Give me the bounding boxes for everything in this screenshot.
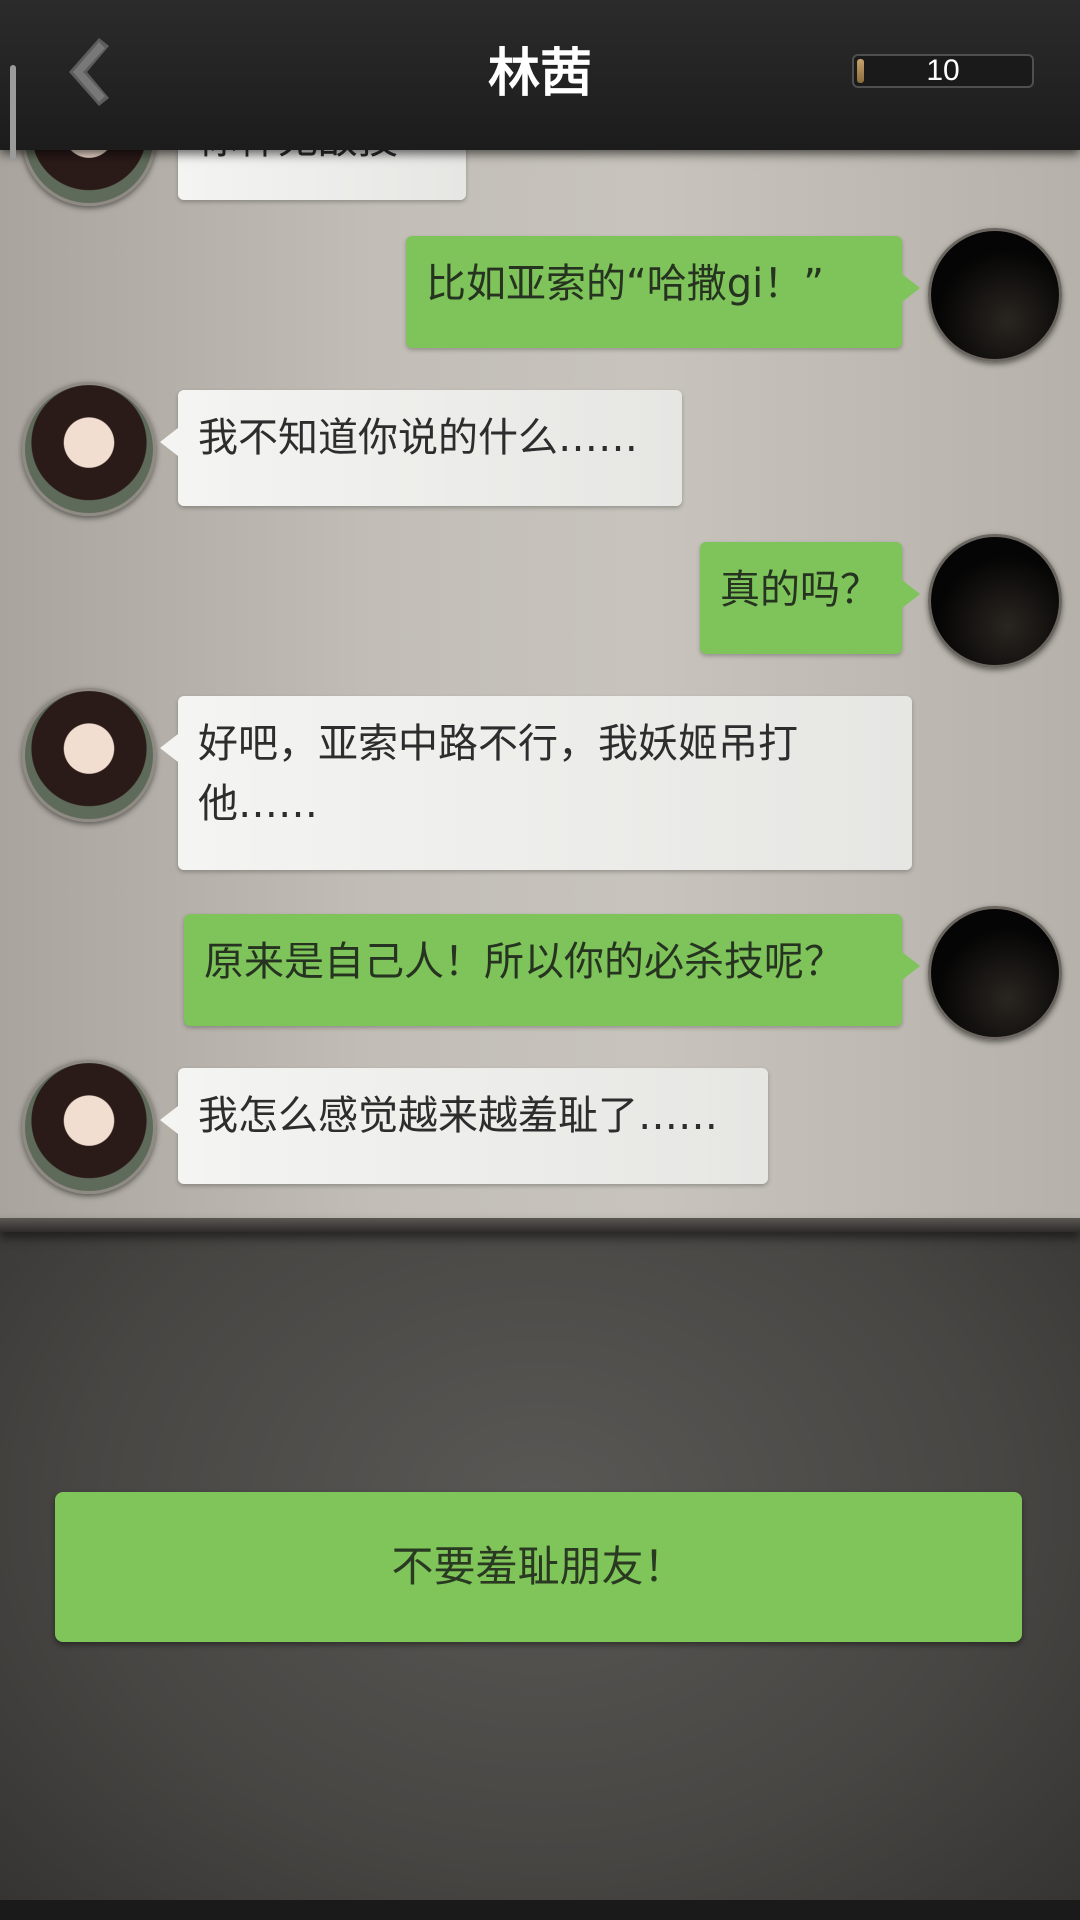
message-text: 你神无敌技	[198, 150, 398, 163]
player-avatar	[928, 534, 1062, 668]
message-text: 真的吗？	[720, 567, 880, 613]
energy-counter: 10	[852, 54, 1034, 88]
message-text: 我不知道你说的什么……	[198, 415, 638, 461]
chat-panel[interactable]: 你神无敌技 比如亚索的“哈撒gi！” 我不知道你说的什么…… 真的吗？ 好吧，亚…	[0, 150, 1080, 1222]
message-bubble-received: 我不知道你说的什么……	[160, 390, 682, 506]
contact-avatar[interactable]	[22, 382, 156, 516]
message-bubble-received: 我怎么感觉越来越羞耻了……	[160, 1068, 768, 1184]
bottom-strip	[0, 1900, 1080, 1920]
chat-panel-edge	[0, 1218, 1080, 1232]
message-bubble-sent: 比如亚索的“哈撒gi！”	[406, 236, 920, 348]
player-avatar	[928, 228, 1062, 362]
message-text: 好吧，亚索中路不行，我妖姬吊打他……	[198, 721, 798, 827]
message-text: 比如亚索的“哈撒gi！”	[426, 261, 824, 307]
contact-avatar[interactable]	[22, 688, 156, 822]
message-bubble-received: 好吧，亚索中路不行，我妖姬吊打他……	[160, 696, 912, 870]
reply-choice-button[interactable]: 不要羞耻朋友！	[55, 1492, 1022, 1642]
message-bubble-sent: 真的吗？	[700, 542, 920, 654]
contact-avatar[interactable]	[22, 150, 156, 206]
message-bubble-received: 你神无敌技	[178, 150, 466, 200]
scroll-indicator	[10, 65, 16, 160]
message-text: 我怎么感觉越来越羞耻了……	[198, 1093, 718, 1139]
contact-avatar[interactable]	[22, 1060, 156, 1194]
message-bubble-sent: 原来是自己人！所以你的必杀技呢？	[184, 914, 920, 1026]
energy-counter-value: 10	[926, 54, 960, 87]
top-bar: 林茜 10	[0, 0, 1080, 150]
message-text: 原来是自己人！所以你的必杀技呢？	[204, 939, 844, 985]
player-avatar	[928, 906, 1062, 1040]
